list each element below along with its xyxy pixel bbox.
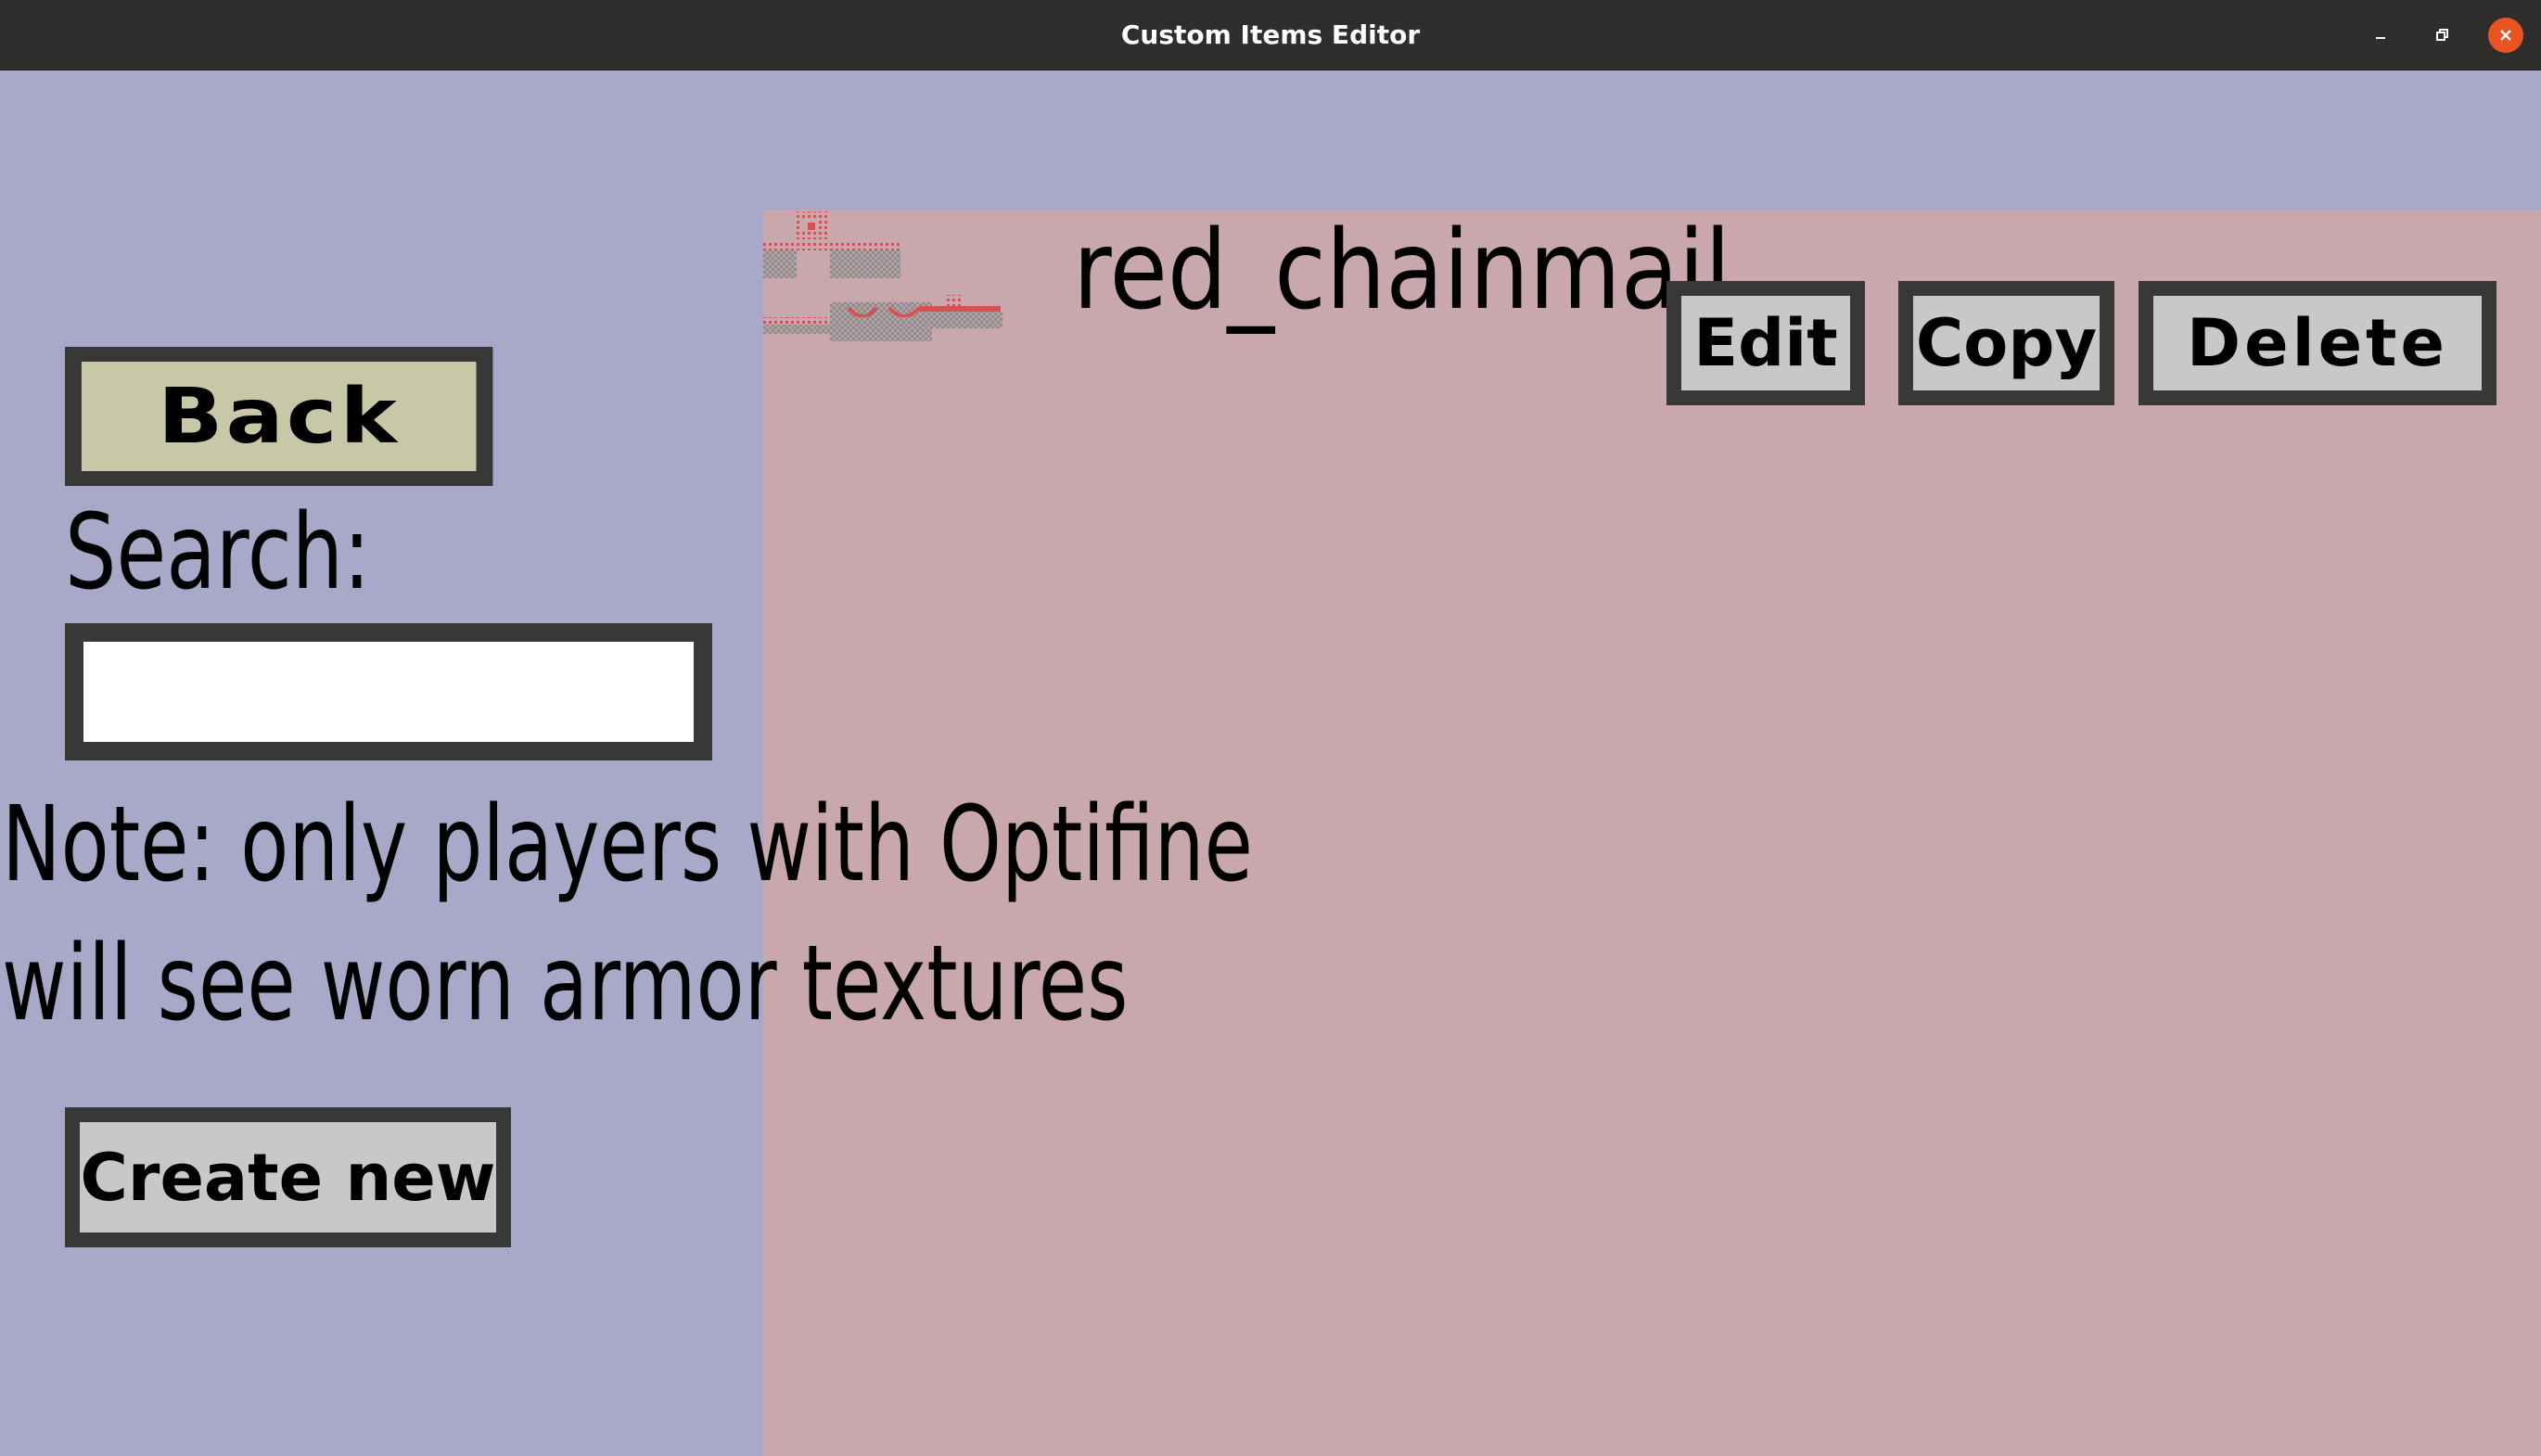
window-title: Custom Items Editor [1120, 19, 1421, 50]
maximize-button[interactable] [2424, 18, 2459, 53]
search-label: Search: [65, 492, 371, 613]
restore-icon [2436, 29, 2448, 41]
item-name: red_chainmail [1073, 206, 1731, 334]
editor-content: Back Search: Note: only players with Opt… [0, 70, 2541, 1456]
minimize-icon [2376, 37, 2385, 39]
close-icon [2500, 30, 2511, 41]
note-line-2: will see worn armor textures [2, 924, 1129, 1044]
back-button[interactable]: Back [65, 347, 493, 486]
copy-button[interactable]: Copy [1898, 281, 2114, 405]
create-new-button[interactable]: Create new [65, 1107, 511, 1247]
note-line-1: Note: only players with Optifine [2, 785, 1253, 905]
title-bar[interactable]: Custom Items Editor [0, 0, 2541, 70]
back-button-label: Back [158, 372, 401, 461]
edit-button-label: Edit [1693, 305, 1838, 381]
minimize-button[interactable] [2363, 18, 2398, 53]
copy-button-label: Copy [1915, 305, 2098, 381]
create-new-label: Create new [80, 1139, 496, 1216]
delete-button-label: Delete [2187, 305, 2448, 381]
app-window: Custom Items Editor Back Search: Note: o… [0, 0, 2541, 1456]
optifine-note: Note: only players with Optifine will se… [2, 775, 1253, 1054]
search-input[interactable] [65, 623, 712, 760]
close-button[interactable] [2488, 18, 2523, 53]
delete-button[interactable]: Delete [2139, 281, 2496, 405]
edit-button[interactable]: Edit [1666, 281, 1865, 405]
chainmail-armor-texture-icon [763, 211, 1002, 341]
